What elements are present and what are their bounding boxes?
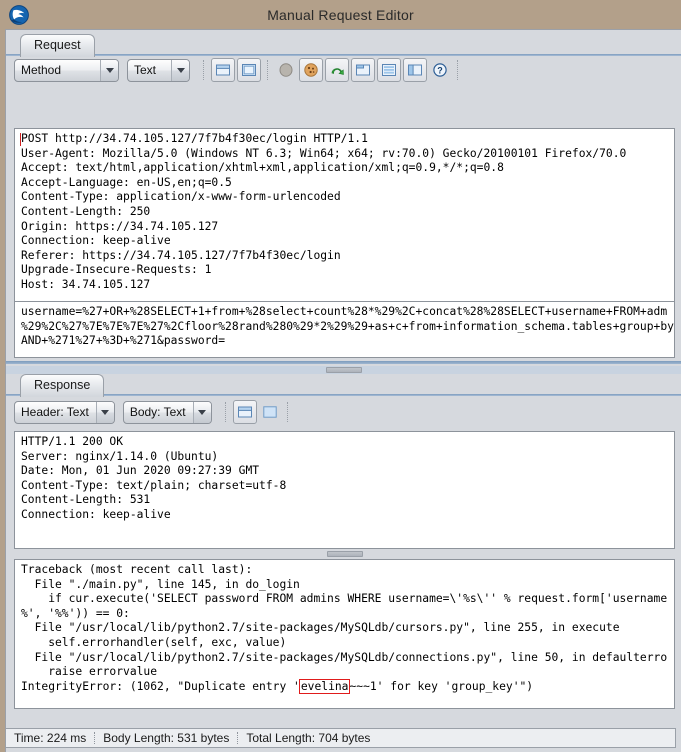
text-caret bbox=[20, 133, 21, 146]
extracted-username-highlight: evelina bbox=[298, 678, 351, 694]
request-panel-bottom-border bbox=[6, 361, 681, 364]
request-toolbar: Method Text ? bbox=[6, 56, 681, 84]
request-body-pane[interactable]: username=%27+OR+%28SELECT+1+from+%28sele… bbox=[14, 302, 675, 358]
format-combo-label: Text bbox=[134, 63, 157, 77]
response-tabstrip: Response bbox=[6, 370, 681, 397]
body-view-combo[interactable]: Body: Text bbox=[122, 400, 212, 424]
status-time: Time: 224 ms bbox=[14, 731, 87, 745]
content-frame: Request Method Text ? POST http://34.74.… bbox=[5, 29, 681, 752]
single-pane-view-button[interactable] bbox=[237, 58, 261, 82]
split-horizontal-view-button[interactable] bbox=[232, 400, 257, 424]
response-body-text[interactable]: Traceback (most recent call last): File … bbox=[15, 560, 674, 694]
split-horizontal-view-button[interactable] bbox=[211, 58, 235, 82]
help-button[interactable]: ? bbox=[429, 59, 451, 81]
cookie-button[interactable] bbox=[299, 58, 323, 82]
side-by-side-view-button[interactable] bbox=[403, 58, 427, 82]
header-view-combo[interactable]: Header: Text bbox=[14, 400, 115, 424]
title-bar: Manual Request Editor bbox=[0, 0, 681, 29]
response-headers-pane[interactable]: HTTP/1.1 200 OK Server: nginx/1.14.0 (Ub… bbox=[14, 431, 675, 549]
chevron-down-icon[interactable] bbox=[171, 59, 189, 81]
svg-text:?: ? bbox=[437, 65, 443, 75]
splitter-grip[interactable] bbox=[326, 551, 363, 557]
tab-response[interactable]: Response bbox=[20, 374, 105, 397]
toolbar-separator bbox=[267, 60, 269, 80]
format-combo[interactable]: Text bbox=[127, 58, 190, 82]
response-body-pane[interactable]: Traceback (most recent call last): File … bbox=[14, 559, 675, 709]
integrity-error-suffix: ~~~1' for key 'group_key'") bbox=[349, 679, 534, 693]
body-view-combo-label: Body: Text bbox=[129, 405, 186, 419]
toolbar-separator bbox=[286, 402, 289, 422]
status-body-length: Body Length: 531 bytes bbox=[103, 731, 230, 745]
chevron-down-icon[interactable] bbox=[192, 401, 211, 423]
zap-logo-icon bbox=[8, 4, 30, 26]
method-combo[interactable]: Method bbox=[14, 58, 119, 82]
integrity-error-prefix: IntegrityError: (1062, "Duplicate entry … bbox=[21, 679, 300, 693]
chevron-down-icon[interactable] bbox=[95, 401, 114, 423]
tab-request[interactable]: Request bbox=[20, 34, 95, 57]
break-button[interactable] bbox=[275, 59, 297, 81]
request-body-text[interactable]: username=%27+OR+%28SELECT+1+from+%28sele… bbox=[15, 302, 674, 349]
response-headers-text[interactable]: HTTP/1.1 200 OK Server: nginx/1.14.0 (Ub… bbox=[15, 432, 674, 523]
header-view-combo-label: Header: Text bbox=[21, 405, 89, 419]
toolbar-separator bbox=[203, 60, 205, 80]
response-toolbar: Header: Text Body: Text bbox=[6, 398, 681, 426]
request-tabstrip: Request bbox=[6, 30, 681, 57]
single-pane-view-button[interactable] bbox=[259, 401, 281, 423]
toolbar-separator bbox=[224, 402, 227, 422]
status-bar: Time: 224 ms Body Length: 531 bytes Tota… bbox=[5, 728, 676, 748]
request-headers-text[interactable]: POST http://34.74.105.127/7f7b4f30ec/log… bbox=[15, 129, 674, 293]
send-request-button[interactable] bbox=[325, 58, 349, 82]
chevron-down-icon[interactable] bbox=[100, 59, 118, 81]
request-headers-pane[interactable]: POST http://34.74.105.127/7f7b4f30ec/log… bbox=[14, 128, 675, 302]
integrity-error-line: IntegrityError: (1062, "Duplicate entry … bbox=[21, 678, 534, 694]
toolbar-separator bbox=[457, 60, 459, 80]
table-view-button[interactable] bbox=[377, 58, 401, 82]
window-title: Manual Request Editor bbox=[267, 6, 414, 23]
manual-request-editor-window: Manual Request Editor Request Method Tex… bbox=[0, 0, 681, 752]
new-window-button[interactable] bbox=[351, 58, 375, 82]
status-total-length: Total Length: 704 bytes bbox=[246, 731, 371, 745]
method-combo-label: Method bbox=[21, 63, 62, 77]
response-header-body-splitter[interactable] bbox=[14, 550, 675, 558]
